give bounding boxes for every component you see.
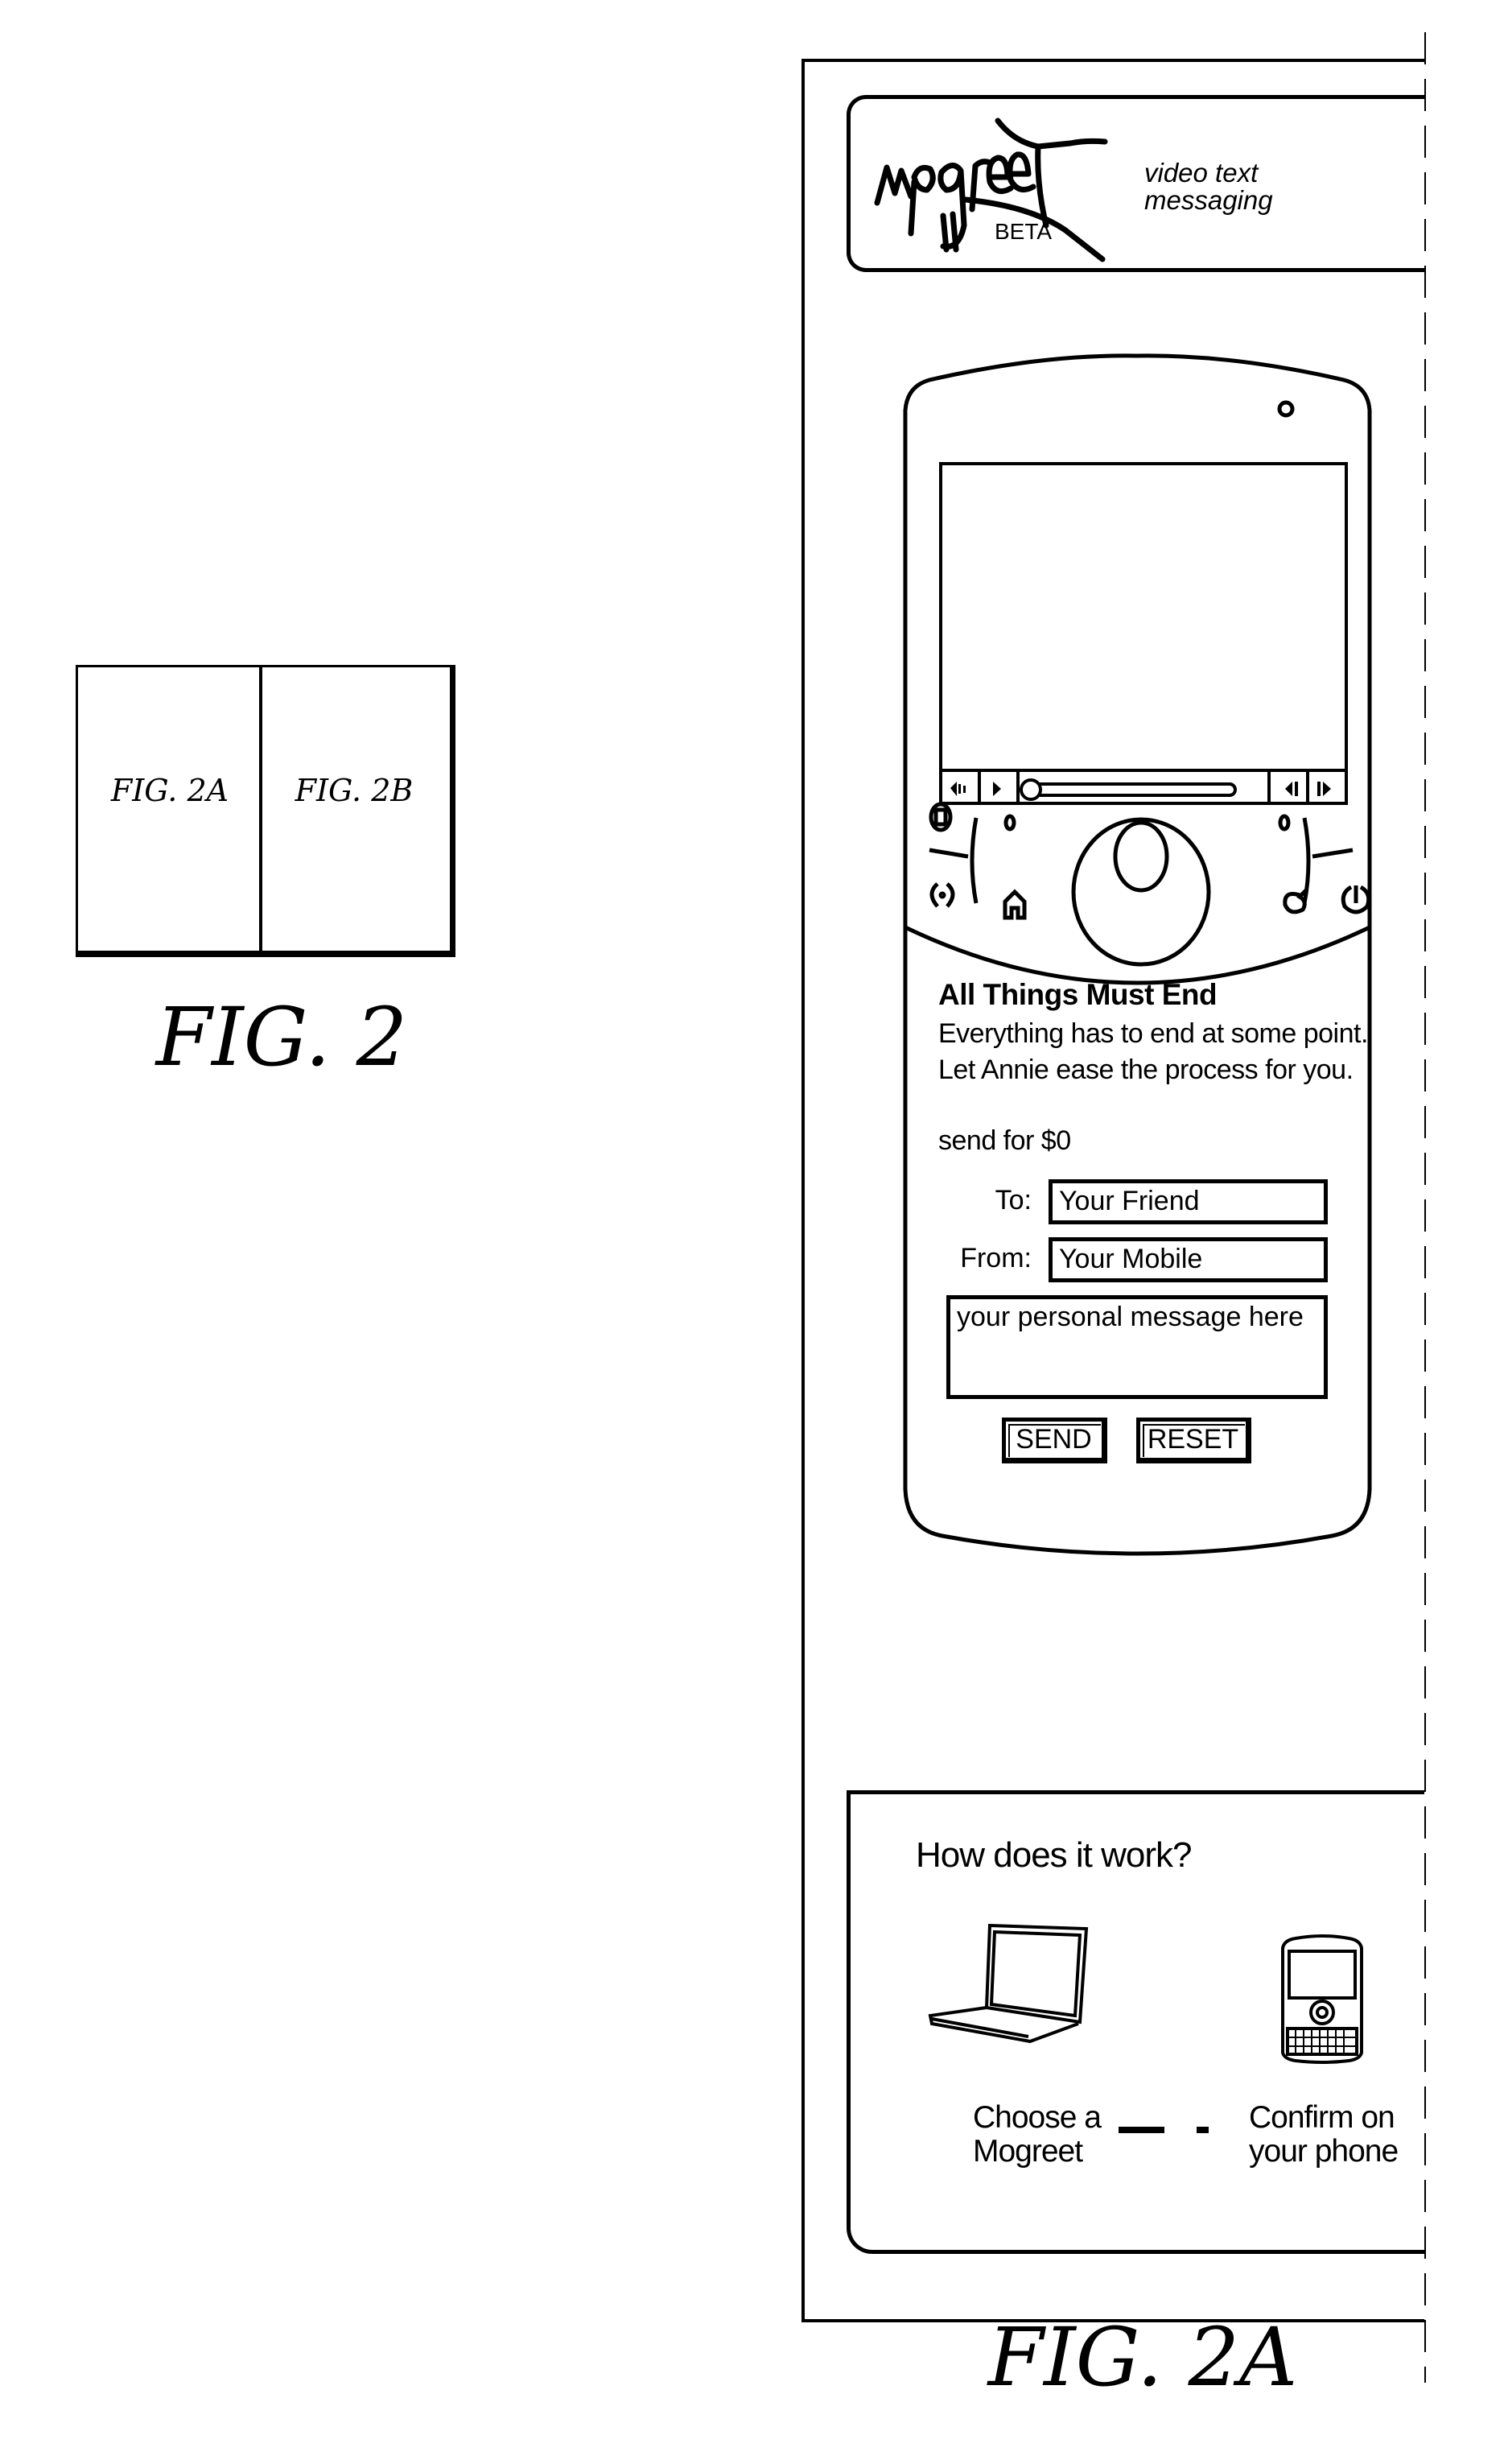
skip-back-icon[interactable] (1285, 782, 1298, 796)
to-field[interactable]: Your Friend (1049, 1179, 1328, 1224)
video-screen[interactable] (939, 462, 1348, 805)
skip-forward-icon[interactable] (1317, 782, 1331, 796)
step-1-line-2: Mogreet (973, 2134, 1083, 2169)
step-2-label: Confirm on your phone (1249, 2100, 1399, 2169)
camera-icon (929, 882, 955, 908)
tagline-line-2: messaging (1144, 185, 1273, 215)
page-split-line (1424, 32, 1426, 2383)
step-connector (1197, 2127, 1209, 2133)
step-1-line-1: Choose a (973, 2100, 1102, 2135)
laptop-icon (928, 1924, 1089, 2044)
send-button[interactable]: SEND (1002, 1418, 1107, 1463)
to-label: To: (995, 1185, 1032, 1215)
from-label: From: (960, 1243, 1032, 1273)
beta-badge: BETA (995, 219, 1053, 244)
play-icon[interactable] (993, 782, 1001, 796)
step-2-line-1: Confirm on (1249, 2100, 1395, 2135)
price-text: send for $0 (938, 1125, 1071, 1156)
mogreet-logo[interactable] (869, 113, 1135, 274)
seek-handle (1020, 778, 1042, 801)
seek-slider[interactable] (1020, 778, 1237, 801)
page-frame-top (801, 59, 1424, 62)
video-controls-bar (939, 769, 1348, 805)
page-frame-left (801, 59, 805, 2322)
figure-layout-box (76, 665, 455, 957)
video-title: All Things Must End (938, 978, 1218, 1011)
volume-icon[interactable] (950, 782, 966, 796)
fig2b-cell-label: FIG. 2B (295, 773, 414, 808)
how-it-works-title: How does it work? (916, 1835, 1192, 1875)
step-connector (1119, 2127, 1164, 2133)
keypad-divider (904, 925, 1371, 985)
figure-layout-divider (259, 665, 262, 956)
from-field[interactable]: Your Mobile (1049, 1237, 1328, 1282)
app-switch-icon (929, 802, 953, 832)
back-icon (1283, 889, 1308, 914)
figure-caption: FIG. 2 (155, 990, 408, 1084)
video-description: Everything has to end at some point. Let… (938, 1018, 1368, 1085)
earpiece-icon (1277, 400, 1295, 418)
message-field[interactable]: your personal message here (946, 1295, 1328, 1399)
tagline-line-1: video text (1144, 158, 1259, 188)
smartphone-icon (1281, 1934, 1363, 2064)
home-icon (1003, 889, 1027, 920)
power-icon (1341, 885, 1371, 914)
fig2a-cell-label: FIG. 2A (110, 773, 229, 808)
reset-button[interactable]: RESET (1136, 1418, 1251, 1463)
step-1-label: Choose a Mogreet (973, 2100, 1102, 2169)
nav-center-button (1113, 820, 1169, 893)
tagline: video text messaging (1144, 159, 1273, 214)
step-2-line-2: your phone (1249, 2134, 1399, 2169)
figure-label: FIG. 2A (987, 2310, 1298, 2404)
